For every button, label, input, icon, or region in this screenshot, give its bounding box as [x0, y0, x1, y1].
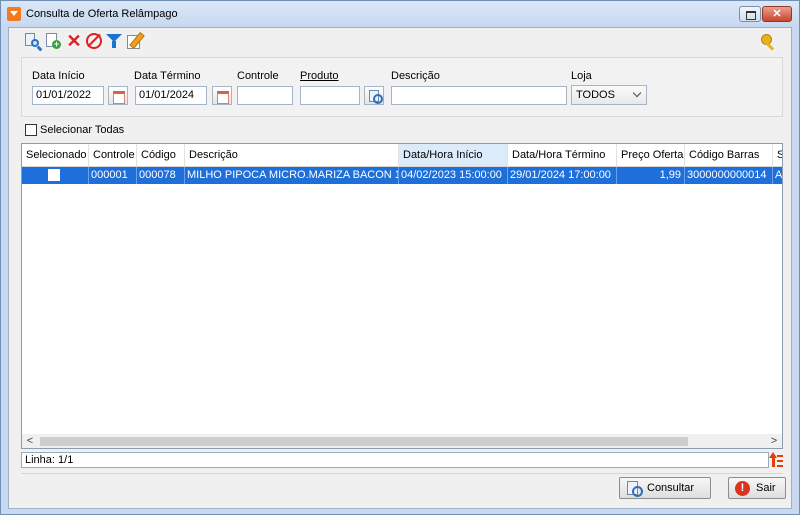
row-checkbox[interactable] [48, 169, 60, 181]
exit-icon: ! [735, 481, 750, 496]
cell-codigo: 000078 [137, 167, 185, 184]
status-bar: Linha: 1/1 [21, 452, 769, 468]
produto-lookup-icon[interactable] [364, 86, 384, 105]
column-header-preco[interactable]: Preço Oferta [617, 144, 685, 167]
column-header-descricao[interactable]: Descrição [185, 144, 399, 167]
column-header-inicio[interactable]: Data/Hora Início [399, 144, 508, 167]
data-termino-label: Data Término [134, 70, 201, 82]
cell-termino: 29/01/2024 17:00:00 [508, 167, 617, 184]
data-inicio-calendar-icon[interactable] [108, 86, 128, 105]
descricao-label: Descrição [391, 70, 440, 82]
controle-field[interactable] [237, 86, 293, 105]
cell-descricao: MILHO PIPOCA MICRO.MARIZA BACON 100G [185, 167, 399, 184]
data-termino-calendar-icon[interactable] [212, 86, 232, 105]
form-body: + ✕ Data Início 01/01/2022 Data Término … [8, 27, 792, 509]
key-icon[interactable] [761, 34, 777, 50]
toolbar: + ✕ [9, 28, 791, 54]
column-header-codigo[interactable]: Código [137, 144, 185, 167]
consultar-label: Consultar [647, 482, 695, 494]
new-icon[interactable]: + [45, 33, 61, 49]
delete-icon[interactable]: ✕ [66, 32, 82, 50]
select-all-label[interactable]: Selecionar Todas [40, 124, 124, 136]
offers-grid: Selecionado Controle Código Descrição Da… [21, 143, 783, 449]
controle-label: Controle [237, 70, 279, 82]
loja-select[interactable]: TODOS [571, 85, 647, 105]
cell-barras: 3000000000014 [685, 167, 773, 184]
loja-label: Loja [571, 70, 592, 82]
restore-button[interactable] [739, 6, 761, 22]
search-icon[interactable] [25, 33, 43, 52]
scroll-right-icon[interactable]: > [766, 434, 782, 448]
filter-icon[interactable] [106, 33, 122, 49]
edit-icon[interactable] [127, 33, 143, 49]
cancel-icon[interactable] [86, 33, 102, 49]
row-selected-cell[interactable] [22, 167, 89, 184]
scroll-left-icon[interactable]: < [22, 434, 38, 448]
scrollbar-thumb[interactable] [40, 437, 688, 446]
consultar-button[interactable]: Consultar [619, 477, 711, 499]
loja-select-value: TODOS [576, 89, 615, 101]
data-termino-field[interactable]: 01/01/2024 [135, 86, 207, 105]
window-title: Consulta de Oferta Relâmpago [26, 8, 178, 20]
app-window: Consulta de Oferta Relâmpago ✕ + ✕ Data … [0, 0, 800, 515]
chevron-down-icon [632, 88, 642, 98]
table-row[interactable]: 000001 000078 MILHO PIPOCA MICRO.MARIZA … [22, 167, 783, 184]
cell-inicio: 04/02/2023 15:00:00 [399, 167, 508, 184]
data-inicio-label: Data Início [32, 70, 85, 82]
column-header-selecionado[interactable]: Selecionado [22, 144, 89, 167]
cell-controle: 000001 [89, 167, 137, 184]
select-all-checkbox[interactable] [25, 124, 37, 136]
produto-field[interactable] [300, 86, 360, 105]
column-header-extra[interactable]: S [773, 144, 782, 167]
title-bar: Consulta de Oferta Relâmpago ✕ [1, 1, 799, 27]
sair-button[interactable]: ! Sair [728, 477, 786, 499]
action-bar: Consultar ! Sair [21, 473, 786, 503]
produto-label[interactable]: Produto [300, 70, 339, 82]
sort-order-icon[interactable] [768, 452, 784, 469]
search-icon [626, 481, 643, 497]
cell-extra: A [775, 169, 783, 181]
sair-label: Sair [756, 482, 776, 494]
cell-preco: 1,99 [617, 167, 685, 184]
column-header-controle[interactable]: Controle [89, 144, 137, 167]
horizontal-scrollbar[interactable]: < > [22, 434, 782, 448]
filter-panel: Data Início 01/01/2022 Data Término 01/0… [21, 57, 783, 117]
app-icon [7, 7, 21, 21]
column-header-barras[interactable]: Código Barras [685, 144, 773, 167]
column-header-termino[interactable]: Data/Hora Término [508, 144, 617, 167]
close-button[interactable]: ✕ [762, 6, 792, 22]
data-inicio-field[interactable]: 01/01/2022 [32, 86, 104, 105]
descricao-field[interactable] [391, 86, 567, 105]
